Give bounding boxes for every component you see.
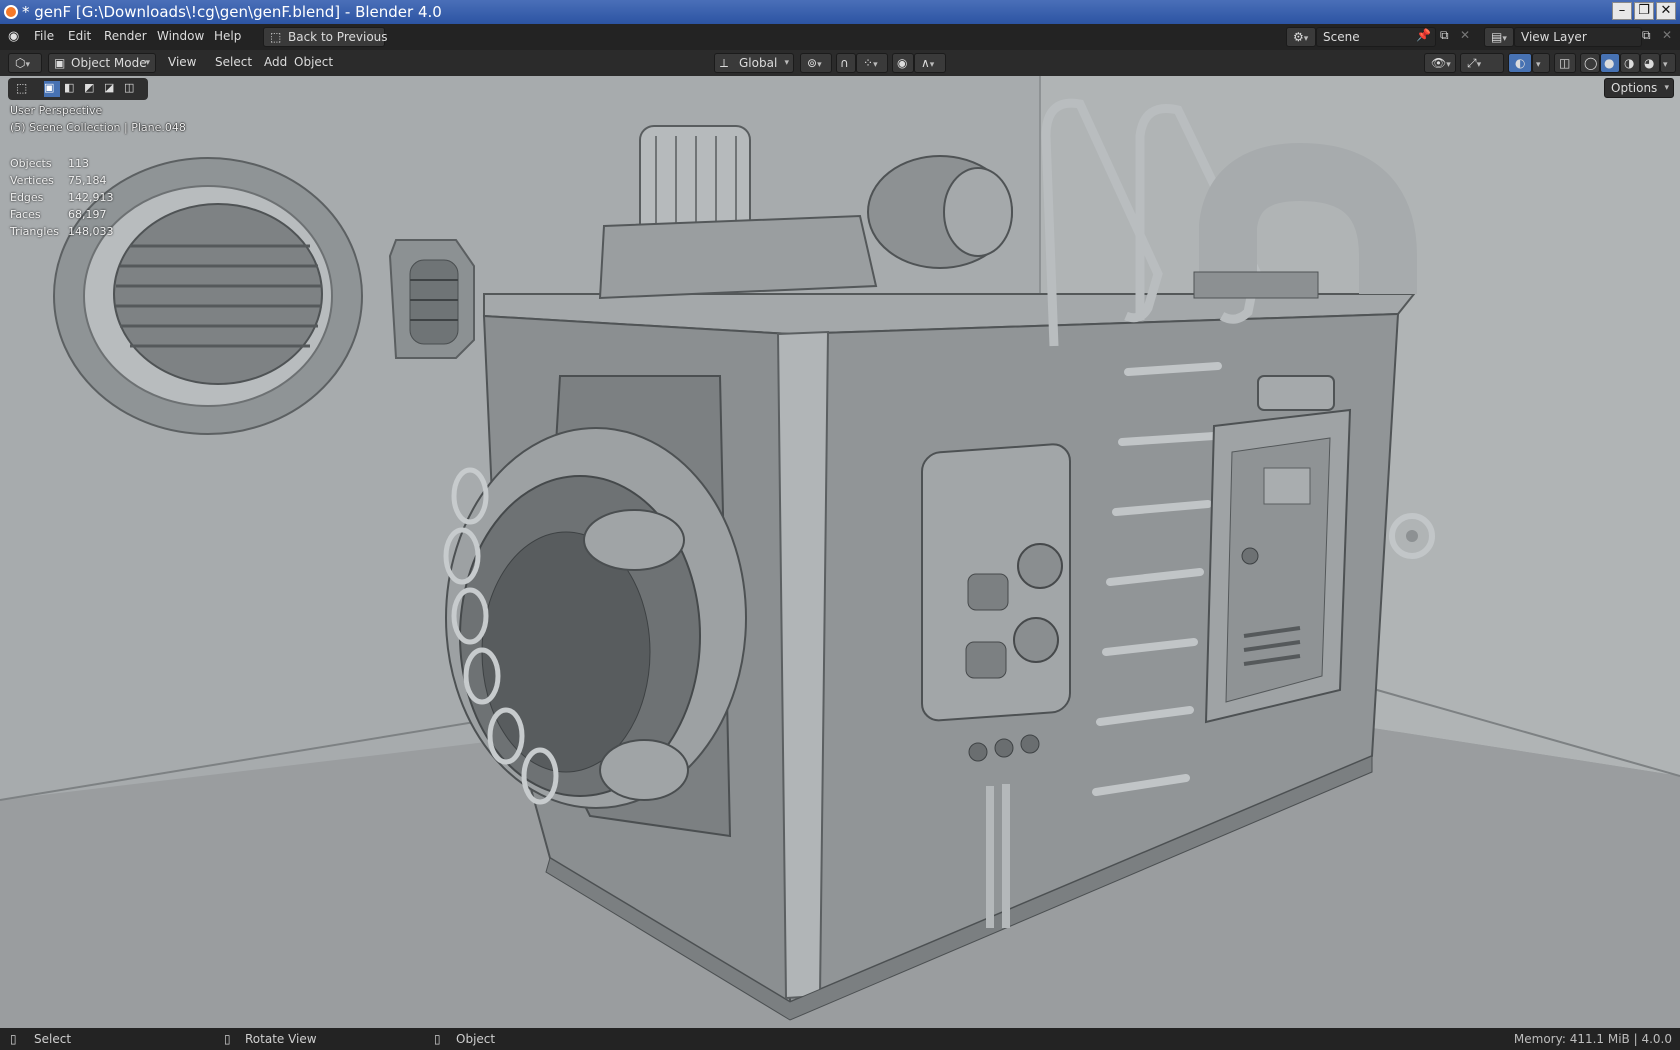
blender-menu-icon[interactable]: ◉ [8,29,19,44]
mode-selector[interactable]: ▣ Object Mode ▾ [48,53,156,73]
header-menu-view[interactable]: View [162,53,202,73]
middle-mouse-icon: ▯ [224,1032,231,1046]
visibility-button[interactable]: 👁▾ [1424,53,1456,73]
options-label: Options [1611,81,1658,95]
status-select: Select [34,1032,72,1046]
solid-sphere-icon: ● [1604,56,1615,70]
menu-render[interactable]: Render [104,29,147,43]
mode-label: Object Mode [71,56,147,70]
stat-edges: Edges 142,913 [10,191,114,204]
scene-render [0,76,1680,1028]
stat-faces: Faces 68,197 [10,208,107,221]
stat-objects: Objects 113 [10,157,89,170]
orientation-icon: ⟂ [720,56,729,70]
object-mode-icon: ▣ [54,56,66,70]
menu-edit[interactable]: Edit [68,29,91,43]
close-icon[interactable]: ✕ [1656,2,1676,20]
header-menu-select[interactable]: Select [209,53,258,73]
chevron-down-icon: ▾ [1663,60,1668,70]
back-icon: ⬚ [270,30,282,44]
shading-dropdown[interactable]: ▾ [1660,53,1676,73]
delete-scene-icon[interactable]: ✕ [1460,28,1470,42]
proportional-edit-toggle[interactable]: ◉ [892,53,914,73]
eye-icon: 👁 [1431,56,1447,70]
overlays-icon: ◐ [1515,56,1526,70]
orientation-label: Global [739,56,778,70]
stat-vertices: Vertices 75,184 [10,174,107,187]
options-button[interactable]: Options ▾ [1604,78,1674,98]
tool-header: ⬚ ▣ ◧ ◩ ◪ ◫ [8,78,148,100]
overlays-toggle[interactable]: ◐ [1508,53,1532,73]
new-scene-icon[interactable]: ⧉ [1440,28,1449,43]
shading-solid[interactable]: ● [1600,53,1620,73]
viewport-perspective-label: User Perspective [10,104,103,117]
wireframe-sphere-icon: ◯ [1584,56,1598,70]
falloff-curve-icon: ∧ [921,56,930,70]
select-extend-icon[interactable]: ◧ [64,81,80,97]
right-mouse-icon: ▯ [434,1032,441,1046]
menu-file[interactable]: File [34,29,54,43]
left-mouse-icon: ▯ [10,1032,17,1046]
select-intersect-icon[interactable]: ◫ [124,81,140,97]
top-menu-bar: ◉ File Edit Render Window Help ⬚ Back to… [0,24,1680,50]
gizmo-icon: ⤢ [1467,56,1477,70]
delete-view-layer-icon[interactable]: ✕ [1662,28,1672,42]
snap-grid-icon: ⁘ [863,56,874,70]
pivot-icon: ⊚ [807,56,818,70]
xray-icon: ◫ [1559,56,1571,70]
snap-toggle[interactable]: ∩ [836,53,856,73]
viewport-header: ⬡▾ ▣ Object Mode ▾ View Select Add Objec… [0,50,1680,76]
window-title: * genF [G:\Downloads\!cg\gen\genF.blend]… [22,3,442,21]
status-memory: Memory: 411.1 MiB | 4.0.0 [1513,1032,1672,1046]
back-to-previous-label: Back to Previous [288,30,388,44]
maximize-icon[interactable]: ❐ [1634,2,1654,20]
view-layer-selector-button[interactable]: ▤▾ [1484,27,1514,47]
proportional-edit-icon: ◉ [897,56,908,70]
menu-help[interactable]: Help [214,29,241,43]
title-bar: * genF [G:\Downloads\!cg\gen\genF.blend]… [0,0,1680,24]
view-layer-icon: ▤ [1491,30,1503,44]
snap-target-button[interactable]: ⁘▾ [856,53,888,73]
material-sphere-icon: ◑ [1624,56,1635,70]
overlays-dropdown[interactable]: ▾ [1532,53,1550,73]
back-to-previous-button[interactable]: ⬚ Back to Previous [263,27,388,47]
pin-icon[interactable]: 📌 [1416,28,1431,42]
header-menu-object[interactable]: Object [288,53,339,73]
status-bar: ▯ Select ▯ Rotate View ▯ Object Memory: … [0,1028,1680,1050]
menu-window[interactable]: Window [157,29,204,43]
view-layer-name-field[interactable]: View Layer [1514,27,1642,47]
scene-icon: ⚙ [1293,30,1304,44]
3d-viewport[interactable]: ⬚ ▣ ◧ ◩ ◪ ◫ Options ▾ User Perspective (… [0,76,1680,1028]
3d-viewport-icon: ⬡ [15,56,26,70]
chevron-down-icon: ▾ [1536,60,1541,70]
transform-orientation-selector[interactable]: ⟂ Global ▾ [714,53,794,73]
view-layer-name: View Layer [1521,30,1587,44]
scene-name: Scene [1323,30,1360,44]
shading-wireframe[interactable]: ◯ [1580,53,1600,73]
tweak-tool-icon[interactable]: ⬚ [16,81,32,97]
new-view-layer-icon[interactable]: ⧉ [1642,28,1651,43]
viewport-collection-label: (5) Scene Collection | Plane.048 [10,121,186,134]
shading-material[interactable]: ◑ [1620,53,1640,73]
shading-rendered[interactable]: ◕ [1640,53,1660,73]
select-subtract-icon[interactable]: ◩ [84,81,100,97]
status-rotate: Rotate View [245,1032,317,1046]
select-box-new-icon[interactable]: ▣ [44,81,60,97]
select-invert-icon[interactable]: ◪ [104,81,120,97]
rendered-sphere-icon: ◕ [1644,56,1655,70]
xray-toggle[interactable]: ◫ [1554,53,1576,73]
magnet-icon: ∩ [840,56,849,70]
editor-type-button[interactable]: ⬡▾ [8,53,42,73]
status-object: Object [456,1032,496,1046]
wall-lamp-model [388,239,475,359]
gizmo-button[interactable]: ⤢▾ [1460,53,1504,73]
falloff-button[interactable]: ∧▾ [914,53,946,73]
minimize-icon[interactable]: – [1612,2,1632,20]
scene-selector-button[interactable]: ⚙▾ [1286,27,1316,47]
blender-logo-icon [4,5,18,19]
stat-triangles: Triangles 148,033 [10,225,114,238]
pivot-point-button[interactable]: ⊚▾ [800,53,832,73]
